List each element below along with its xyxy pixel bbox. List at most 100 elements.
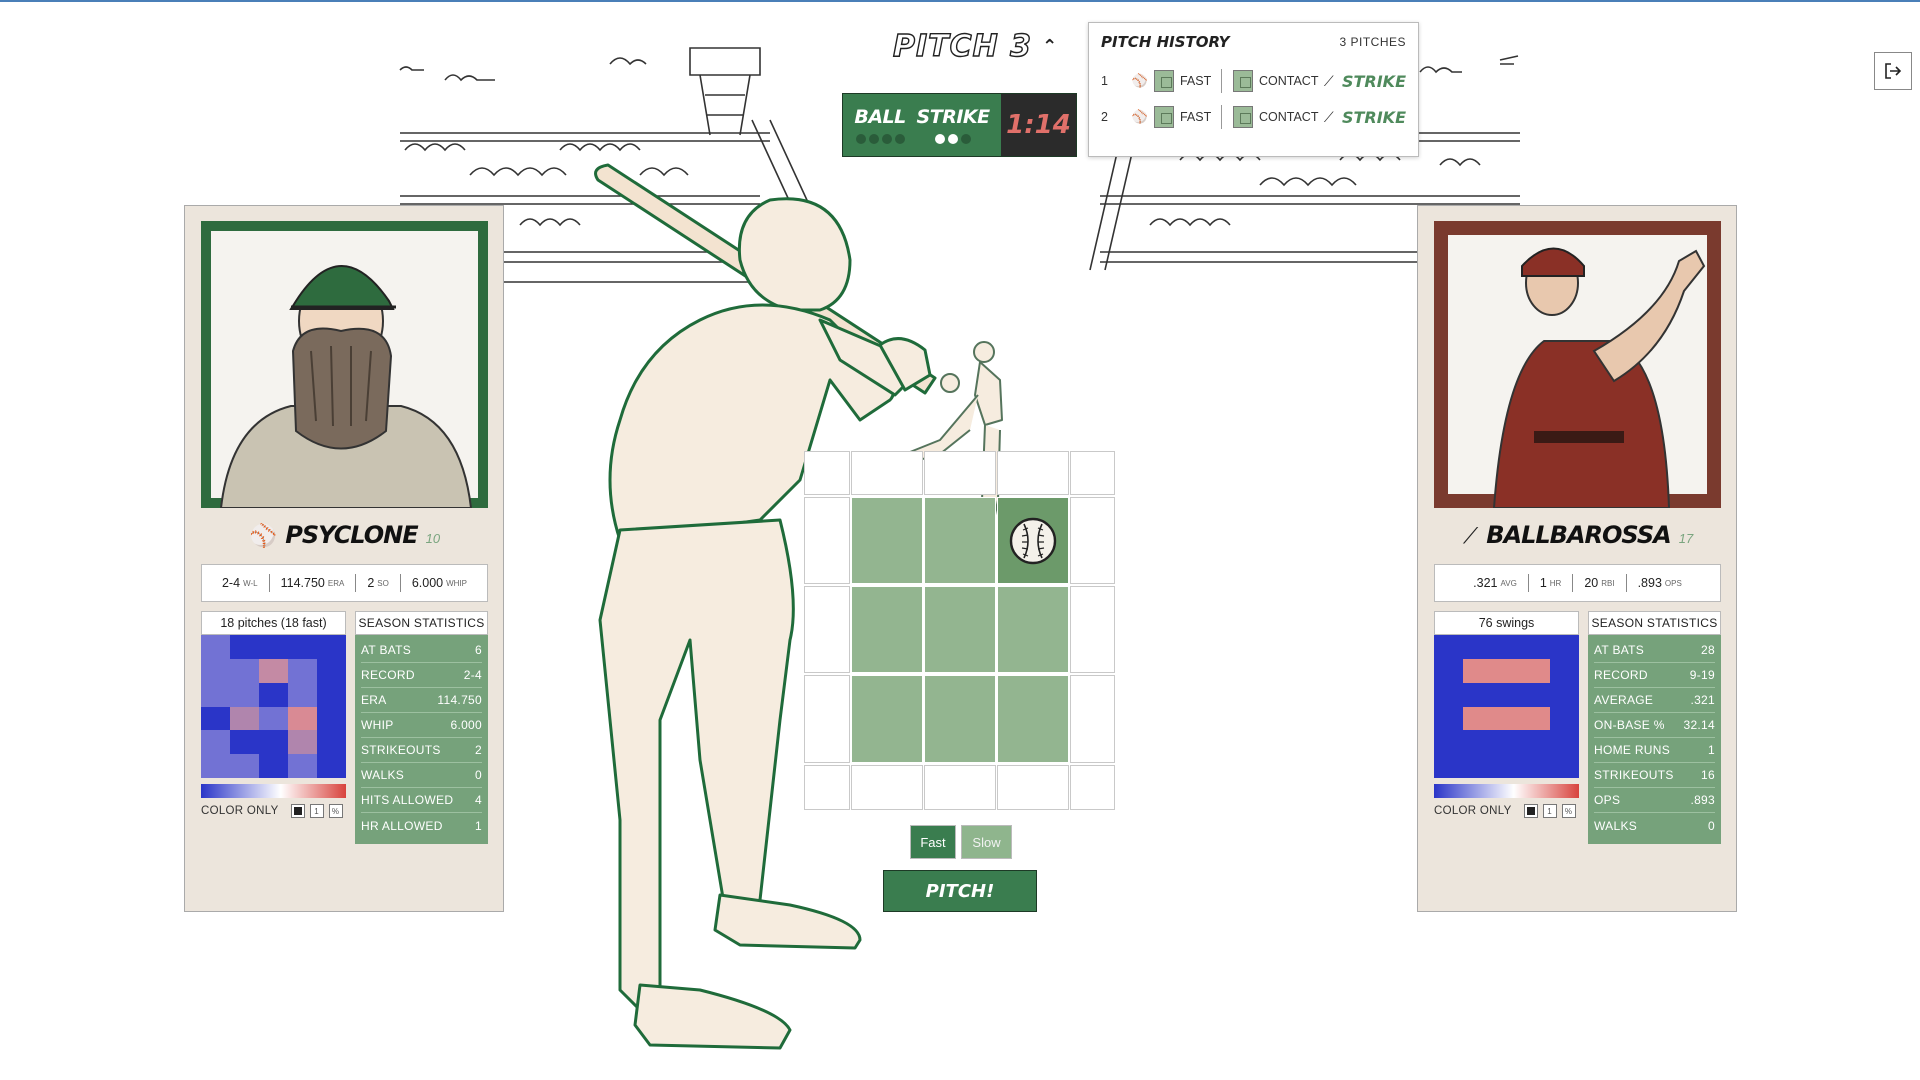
heatmap-cell (259, 754, 288, 778)
zone-cell[interactable] (924, 675, 996, 763)
stat-unit: SO (377, 578, 389, 588)
stat-value: 1 (475, 818, 482, 833)
ball-count: BALL (854, 106, 906, 144)
bat-icon: ⟋ (1323, 108, 1334, 125)
zone-cell[interactable] (851, 451, 923, 495)
zone-cell[interactable] (851, 586, 923, 673)
heatmap-cell (288, 635, 317, 659)
stat-value: 2 (367, 576, 375, 590)
count-panel: BALL STRIKE (843, 94, 1001, 156)
stat-value: .321 (1690, 693, 1715, 707)
baseball-icon: ⚾ (1131, 109, 1148, 124)
season-stat-row: ON-BASE % 32.14 (1594, 713, 1715, 738)
zone-cell[interactable] (804, 497, 850, 584)
zone-cell[interactable] (851, 765, 923, 810)
season-stat-row: OPS .893 (1594, 788, 1715, 813)
heatmap-color-legend (201, 784, 346, 798)
history-row: 1 ⚾ FAST CONTACT ⟋ STRIKE (1101, 63, 1406, 99)
heatmap-cell (1521, 754, 1550, 778)
heatmap-cell (230, 754, 259, 778)
zone-cell[interactable] (1070, 451, 1115, 495)
heatmap-cell (288, 730, 317, 755)
zone-cell[interactable] (997, 675, 1069, 763)
zone-cell[interactable] (851, 497, 923, 584)
stat-label: AT BATS (361, 643, 412, 657)
heatmap-cell (201, 730, 230, 755)
heatmap-cell (259, 682, 288, 707)
zone-cell[interactable] (851, 675, 923, 763)
pitcher-portrait (201, 221, 488, 508)
timer-panel: 1:14 (1001, 94, 1076, 156)
heatmap-cell (1434, 706, 1463, 731)
stat-label: STRIKEOUTS (1594, 768, 1674, 782)
heatmap-cell (259, 658, 288, 683)
chevron-up-icon[interactable]: ⌃ (1042, 36, 1058, 57)
heatmap-cell (317, 706, 346, 731)
zone-cell[interactable] (997, 451, 1069, 495)
pitch-timer: 1:14 (1006, 110, 1071, 140)
zone-cell[interactable] (1070, 765, 1115, 810)
stat-value: 16 (1701, 768, 1715, 782)
pitch-title[interactable]: PITCH 3 ⌃ (892, 26, 1058, 66)
pitcher-heatmap (201, 635, 346, 778)
stat-value: 0 (475, 768, 482, 782)
zone-cell[interactable] (924, 451, 996, 495)
heatmap-cell (1550, 682, 1579, 707)
zone-cell[interactable] (924, 586, 996, 673)
heatmap-cell (1463, 658, 1492, 683)
count-board: BALL STRIKE 1:14 (842, 93, 1077, 157)
view-count-option[interactable]: 1 (1542, 804, 1557, 818)
zone-cell[interactable] (997, 586, 1069, 673)
view-color-option[interactable] (290, 804, 305, 818)
stat-value: 9-19 (1689, 668, 1715, 682)
zone-cell[interactable] (924, 765, 996, 810)
zone-cell[interactable] (804, 586, 850, 673)
divider (1221, 105, 1222, 129)
batter-heatmap-panel: 76 swings COLOR ONLY 1 % (1434, 611, 1579, 818)
view-color-option[interactable] (1523, 804, 1538, 818)
view-percent-option[interactable]: % (1561, 804, 1576, 818)
batter-number: 17 (1678, 531, 1694, 546)
zone-cell[interactable] (924, 497, 996, 584)
zone-cell[interactable] (1070, 586, 1115, 673)
strike-label: STRIKE (916, 106, 991, 128)
view-percent-option[interactable]: % (328, 804, 343, 818)
history-pitch-number: 1 (1101, 74, 1108, 88)
ball-label: BALL (854, 106, 906, 128)
heatmap-cell (317, 635, 346, 659)
zone-cell[interactable] (1070, 497, 1115, 584)
zone-cell[interactable] (804, 451, 850, 495)
divider (399, 574, 401, 592)
heatmap-cell (317, 658, 346, 683)
exit-game-button[interactable] (1874, 52, 1912, 90)
zone-cell[interactable] (1070, 675, 1115, 763)
season-stat-row: STRIKEOUTS 2 (361, 738, 482, 763)
heatmap-cell (1521, 658, 1550, 683)
ball-dot (881, 134, 892, 144)
stat-value: 1 (1708, 743, 1715, 757)
heatmap-cell (317, 682, 346, 707)
zone-cell[interactable] (997, 765, 1069, 810)
view-count-option[interactable]: 1 (309, 804, 324, 818)
color-only-label: COLOR ONLY (1434, 805, 1512, 817)
fast-pitch-button[interactable]: Fast (910, 825, 956, 859)
heatmap-cell (1492, 658, 1521, 683)
zone-cell[interactable] (804, 675, 850, 763)
stat-label: HOME RUNS (1594, 743, 1671, 757)
stat-value: 6 (475, 643, 482, 657)
heatmap-cell (230, 658, 259, 683)
player-name-line: ⚾ PSYCLONE 10 (185, 521, 505, 549)
heatmap-cell (1492, 706, 1521, 731)
season-stat-row: HR ALLOWED 1 (361, 813, 482, 838)
ball-dots (855, 134, 905, 144)
zone-cell[interactable] (804, 765, 850, 810)
stat-value: 2-4 (463, 668, 482, 682)
pitch-button[interactable]: PITCH! (883, 870, 1037, 912)
heatmap-cell (1463, 730, 1492, 755)
swing-location-mini-grid (1232, 106, 1253, 128)
batter-heatmap (1434, 635, 1579, 778)
history-result-type: CONTACT (1258, 110, 1319, 124)
heatmap-cell (201, 706, 230, 731)
heatmap-cell (317, 730, 346, 755)
slow-pitch-button[interactable]: Slow (961, 825, 1012, 859)
